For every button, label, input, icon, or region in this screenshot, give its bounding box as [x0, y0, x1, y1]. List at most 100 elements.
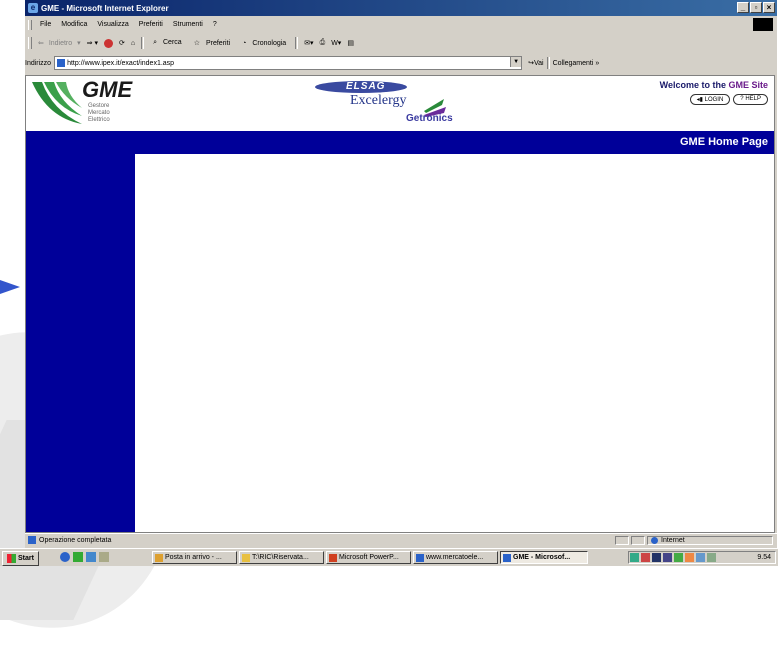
tray-icon[interactable] [707, 553, 716, 562]
login-button[interactable]: ◂▮ LOGIN [689, 94, 731, 105]
toolbar-separator [141, 37, 145, 49]
quick-launch [60, 552, 109, 562]
page-icon [57, 59, 66, 67]
menu-help[interactable]: ? [213, 21, 217, 28]
getronics-logo: Getronics [406, 113, 453, 124]
page-title: GME Home Page [679, 136, 768, 148]
go-button[interactable]: ↪Vai [528, 59, 543, 67]
site-header: GME Gestore Mercato Elettrico ELSAG Exce… [26, 76, 774, 131]
mail-icon[interactable]: ✉▾ [304, 39, 313, 47]
star-icon: ☆ [193, 40, 200, 47]
toolbar-grip [28, 19, 32, 30]
refresh-icon[interactable]: ⟳ [119, 39, 125, 47]
gme-logo-subtitle: Gestore Mercato Elettrico [88, 103, 110, 124]
favorites-label: Preferiti [205, 40, 231, 47]
menu-tools[interactable]: Strumenti [173, 21, 203, 28]
page-title-bar: GME Home Page [26, 131, 774, 154]
tray-icon[interactable] [696, 553, 705, 562]
task-powerpoint[interactable]: Microsoft PowerP... [326, 551, 411, 564]
folder-icon [242, 553, 250, 562]
status-text: Operazione completata [39, 536, 112, 544]
ie-quicklaunch-icon[interactable] [60, 552, 70, 562]
search-label: Cerca [163, 39, 182, 46]
help-button[interactable]: ? HELP [733, 94, 768, 105]
task-label: www.mercatoele... [426, 554, 484, 561]
title-bar: e GME - Microsoft Internet Explorer _ ▫ … [25, 0, 777, 16]
clock: 9.54 [757, 554, 771, 561]
home-icon[interactable]: ⌂ [131, 40, 135, 47]
menu-file[interactable]: File [40, 21, 51, 28]
close-button[interactable]: × [763, 2, 775, 13]
powerpoint-icon [329, 553, 337, 562]
tray-icon[interactable] [663, 553, 672, 562]
mail-icon [155, 553, 163, 562]
desktop-quicklaunch-icon[interactable] [86, 552, 96, 562]
web-page: GME Gestore Mercato Elettrico ELSAG Exce… [25, 75, 775, 533]
logo-sub-line: Elettrico [88, 117, 110, 123]
elsag-logo: ELSAG [346, 81, 386, 92]
toolbar-separator [546, 57, 550, 69]
ie-icon: e [28, 3, 38, 13]
gme-logo-text: GME [82, 77, 133, 102]
tray-icon[interactable] [630, 553, 639, 562]
taskbar: Start Posta in arrivo - ... T:\RIC\Riser… [0, 548, 778, 566]
tray-icon[interactable] [652, 553, 661, 562]
go-label: Vai [533, 60, 544, 67]
edit-page-icon[interactable]: ▤ [347, 39, 354, 47]
channels-quicklaunch-icon[interactable] [99, 552, 109, 562]
excelergy-logo: Excelergy [350, 93, 407, 108]
search-icon: ⌕ [153, 39, 157, 46]
print-icon[interactable]: ⎙ [320, 39, 326, 47]
pointer-arrow-icon [0, 280, 20, 294]
tray-icon[interactable] [641, 553, 650, 562]
status-panel [631, 535, 645, 545]
maximize-button[interactable]: ▫ [750, 2, 762, 13]
outlook-quicklaunch-icon[interactable] [73, 552, 83, 562]
history-icon: ◔ [242, 39, 247, 47]
welcome-message: Welcome to the GME Site [660, 80, 768, 90]
windows-flag-icon [7, 554, 16, 563]
address-label: Indirizzo [25, 59, 52, 67]
start-label: Start [18, 555, 34, 562]
status-bar: Operazione completata Internet [25, 533, 777, 546]
toolbar-separator [295, 37, 299, 49]
menu-view[interactable]: Visualizza [97, 21, 128, 28]
address-bar: Indirizzo http://www.ipex.it/exact/index… [25, 55, 777, 71]
welcome-site: GME Site [728, 80, 768, 90]
tray-icon[interactable] [674, 553, 683, 562]
menu-bar: File Modifica Visualizza Preferiti Strum… [25, 17, 777, 32]
tray-icon[interactable] [685, 553, 694, 562]
zone-panel: Internet [647, 535, 773, 545]
task-browser-mercato[interactable]: www.mercatoele... [413, 551, 498, 564]
status-panel [615, 535, 629, 545]
links-label: Collegamenti [552, 59, 594, 67]
word-icon[interactable]: W▾ [331, 39, 341, 47]
search-button[interactable]: ⌕ Cerca [150, 39, 185, 47]
system-tray: 9.54 [628, 551, 776, 564]
start-button[interactable]: Start [2, 551, 39, 566]
address-input[interactable]: http://www.ipex.it/exact/index1.asp ▼ [54, 56, 523, 70]
logo-sub-line: Gestore [88, 103, 110, 109]
ie-icon [503, 553, 511, 562]
main-content-area [135, 154, 774, 532]
forward-button[interactable]: ⇒ ▾ [87, 39, 98, 47]
history-button[interactable]: ◔ Cronologia [239, 40, 289, 47]
welcome-prefix: Welcome to the [659, 80, 729, 90]
page-status-icon [28, 536, 36, 544]
menu-edit[interactable]: Modifica [61, 21, 87, 28]
address-dropdown-icon[interactable]: ▼ [510, 57, 522, 67]
stop-icon[interactable] [103, 38, 113, 48]
task-label: GME - Microsof... [513, 554, 571, 561]
globe-icon [651, 536, 658, 544]
favorites-button[interactable]: ☆ Preferiti [191, 39, 233, 47]
window-title: GME - Microsoft Internet Explorer [41, 3, 169, 13]
task-inbox[interactable]: Posta in arrivo - ... [152, 551, 237, 564]
left-navigation [26, 154, 135, 532]
task-folder[interactable]: T:\RIC\Riservata... [239, 551, 324, 564]
minimize-button[interactable]: _ [737, 2, 749, 13]
back-button[interactable]: ⇐ Indietro ▾ [38, 39, 81, 47]
links-button[interactable]: Collegamenti » [553, 60, 600, 67]
menu-favorites[interactable]: Preferiti [139, 21, 163, 28]
task-browser-gme[interactable]: GME - Microsof... [500, 551, 588, 564]
task-label: Microsoft PowerP... [339, 554, 399, 561]
